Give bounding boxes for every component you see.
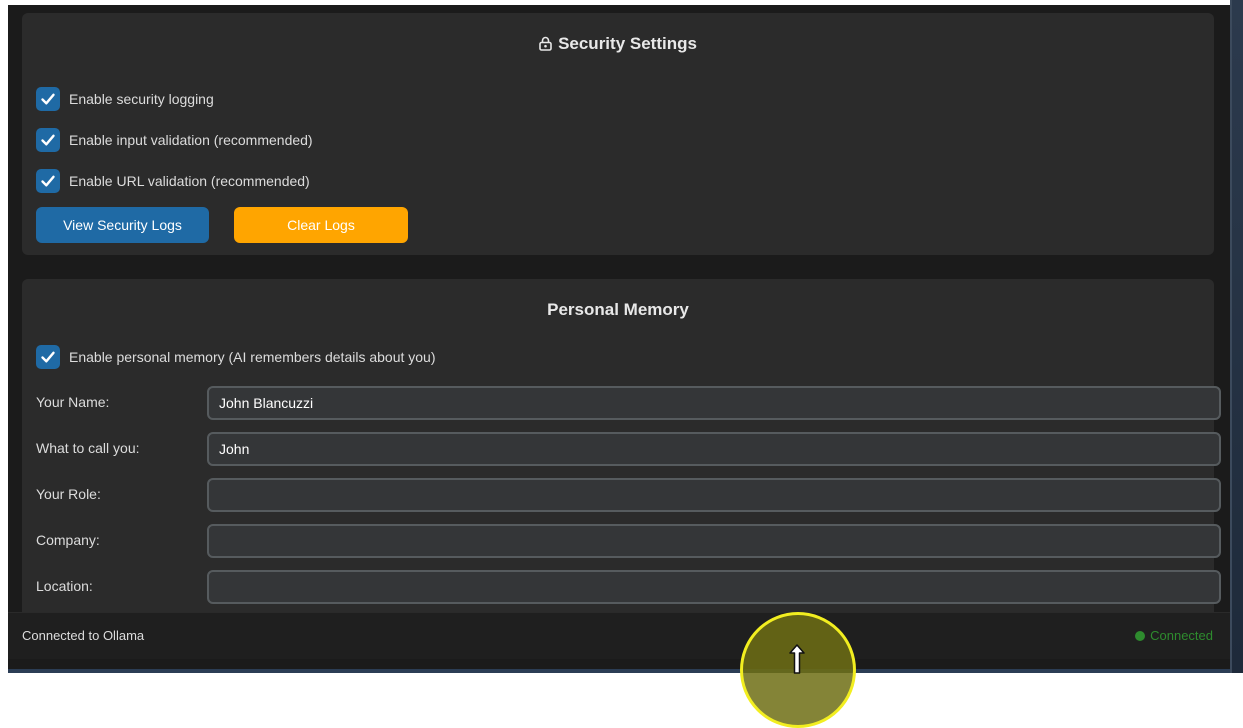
input-validation-label[interactable]: Enable input validation (recommended) (69, 132, 313, 148)
checkmark-icon (41, 351, 55, 363)
your-name-input[interactable] (207, 386, 1221, 420)
view-security-logs-button[interactable]: View Security Logs (36, 207, 209, 243)
location-label: Location: (36, 578, 93, 594)
security-settings-title-text: Security Settings (558, 34, 697, 53)
input-validation-checkbox[interactable] (36, 128, 60, 152)
url-validation-checkbox-row[interactable]: Enable URL validation (recommended) (36, 168, 310, 194)
company-input[interactable] (207, 524, 1221, 558)
personal-memory-label[interactable]: Enable personal memory (AI remembers det… (69, 349, 436, 365)
settings-window: Security Settings Enable security loggin… (8, 5, 1230, 669)
your-role-label: Your Role: (36, 486, 101, 502)
input-validation-checkbox-row[interactable]: Enable input validation (recommended) (36, 127, 313, 153)
connection-status: Connected (1135, 628, 1213, 643)
url-validation-checkbox[interactable] (36, 169, 60, 193)
location-input[interactable] (207, 570, 1221, 604)
connection-status-text: Connected (1150, 628, 1213, 643)
your-role-input[interactable] (207, 478, 1221, 512)
desktop-right-edge (1230, 0, 1243, 673)
status-bar: Connected to Ollama Connected (8, 612, 1230, 659)
personal-memory-checkbox-row[interactable]: Enable personal memory (AI remembers det… (36, 344, 436, 370)
checkmark-icon (41, 134, 55, 146)
security-logging-label[interactable]: Enable security logging (69, 91, 214, 107)
status-message: Connected to Ollama (22, 628, 145, 643)
checkmark-icon (41, 93, 55, 105)
status-dot-icon (1135, 630, 1146, 641)
personal-memory-panel: Personal Memory Enable personal memory (… (22, 279, 1221, 619)
clear-logs-button[interactable]: Clear Logs (234, 207, 408, 243)
checkmark-icon (41, 175, 55, 187)
personal-memory-title: Personal Memory (547, 300, 689, 319)
lock-icon (539, 36, 552, 56)
your-name-label: Your Name: (36, 394, 110, 410)
security-logging-checkbox-row[interactable]: Enable security logging (36, 86, 214, 112)
security-settings-panel: Security Settings Enable security loggin… (22, 13, 1214, 255)
company-label: Company: (36, 532, 100, 548)
personal-memory-checkbox[interactable] (36, 345, 60, 369)
security-settings-title: Security Settings (22, 34, 1214, 56)
security-logging-checkbox[interactable] (36, 87, 60, 111)
what-to-call-you-input[interactable] (207, 432, 1221, 466)
url-validation-label[interactable]: Enable URL validation (recommended) (69, 173, 310, 189)
what-to-call-you-label: What to call you: (36, 440, 140, 456)
